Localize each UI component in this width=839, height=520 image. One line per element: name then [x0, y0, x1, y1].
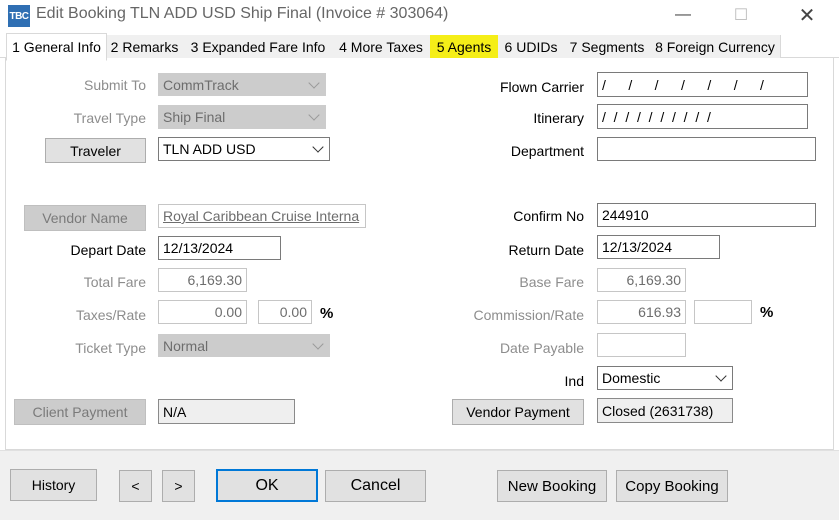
confirm-no-field[interactable]: 244910: [597, 203, 816, 227]
department-label: Department: [510, 143, 584, 159]
total-fare-field: 6,169.30: [158, 268, 247, 292]
chevron-down-icon: [312, 337, 324, 350]
chevron-down-icon: [312, 141, 324, 153]
ind-value: Domestic: [602, 370, 661, 386]
cancel-button[interactable]: Cancel: [325, 470, 426, 502]
travel-type-select: Ship Final: [158, 105, 326, 129]
travel-type-label: Travel Type: [73, 110, 146, 126]
tab-agents[interactable]: 5 Agents: [430, 35, 499, 58]
submit-to-select: CommTrack: [158, 73, 326, 96]
chevron-down-icon: [308, 109, 320, 121]
depart-date-field[interactable]: 12/13/2024: [158, 236, 281, 260]
next-button[interactable]: >: [162, 470, 195, 502]
date-payable-label: Date Payable: [499, 340, 584, 356]
date-payable-field: [597, 333, 686, 357]
total-fare-label: Total Fare: [83, 274, 146, 290]
tab-more-taxes[interactable]: 4 More Taxes: [332, 35, 431, 58]
travel-type-value: Ship Final: [163, 109, 226, 125]
depart-date-label: Depart Date: [70, 242, 146, 258]
commission-field: 616.93: [597, 300, 686, 324]
new-booking-button[interactable]: New Booking: [497, 470, 607, 502]
copy-booking-button[interactable]: Copy Booking: [616, 470, 728, 502]
chevron-down-icon: [308, 76, 320, 89]
client-payment-button: Client Payment: [14, 399, 146, 425]
submit-to-label: Submit To: [84, 77, 146, 93]
vendor-payment-button[interactable]: Vendor Payment: [452, 399, 584, 425]
base-fare-label: Base Fare: [519, 274, 584, 290]
percent-sign: %: [760, 304, 774, 321]
commission-rate-label: Commission/Rate: [473, 307, 584, 323]
return-date-field[interactable]: 12/13/2024: [597, 235, 720, 259]
flown-carrier-field[interactable]: / / / / / / /: [597, 72, 808, 97]
tab-foreign-currency[interactable]: 8 Foreign Currency: [650, 35, 781, 58]
itinerary-field[interactable]: / / / / / / / / / /: [597, 104, 808, 129]
window-title: Edit Booking TLN ADD USD Ship Final (Inv…: [36, 5, 449, 22]
ind-label: Ind: [564, 373, 584, 389]
taxes-rate-label: Taxes/Rate: [75, 307, 146, 323]
itinerary-label: Itinerary: [533, 110, 584, 126]
history-button[interactable]: History: [10, 469, 97, 501]
tab-general-info[interactable]: 1 General Info: [6, 33, 107, 61]
commission-rate-field: [694, 300, 752, 324]
percent-sign: %: [320, 305, 334, 322]
ind-select[interactable]: Domestic: [597, 366, 733, 390]
vendor-name-field[interactable]: Royal Caribbean Cruise Interna: [158, 204, 366, 228]
title-bar: TBC Edit Booking TLN ADD USD Ship Final …: [0, 0, 839, 32]
vendor-name-link[interactable]: Royal Caribbean Cruise Interna: [163, 208, 359, 224]
ok-button[interactable]: OK: [216, 469, 318, 502]
app-icon: TBC: [8, 5, 30, 27]
base-fare-field: 6,169.30: [597, 268, 686, 292]
vendor-name-button: Vendor Name: [24, 205, 146, 231]
confirm-no-label: Confirm No: [513, 208, 584, 224]
tab-remarks[interactable]: 2 Remarks: [105, 35, 185, 58]
tab-segments[interactable]: 7 Segments: [564, 35, 651, 58]
taxes-rate-field: 0.00: [258, 300, 312, 324]
ticket-type-select: Normal: [158, 334, 330, 357]
return-date-label: Return Date: [508, 242, 584, 258]
traveler-select[interactable]: TLN ADD USD: [158, 137, 330, 161]
ticket-type-value: Normal: [163, 337, 209, 354]
department-field[interactable]: [597, 137, 816, 161]
taxes-field: 0.00: [158, 300, 247, 324]
flown-carrier-label: Flown Carrier: [499, 79, 584, 95]
close-icon[interactable]: ✕: [792, 3, 822, 27]
chevron-down-icon: [715, 370, 727, 382]
traveler-button[interactable]: Traveler: [45, 138, 146, 163]
submit-to-value: CommTrack: [163, 76, 239, 93]
ticket-type-label: Ticket Type: [75, 340, 146, 356]
traveler-value: TLN ADD USD: [163, 141, 256, 157]
minimize-icon[interactable]: —: [668, 3, 698, 27]
maximize-icon[interactable]: ☐: [726, 3, 756, 27]
vendor-payment-field: Closed (2631738): [597, 398, 733, 423]
tab-expanded-fare-info[interactable]: 3 Expanded Fare Info: [184, 35, 333, 58]
client-payment-field: N/A: [158, 399, 295, 424]
tab-udids[interactable]: 6 UDIDs: [498, 35, 565, 58]
previous-button[interactable]: <: [119, 470, 152, 502]
